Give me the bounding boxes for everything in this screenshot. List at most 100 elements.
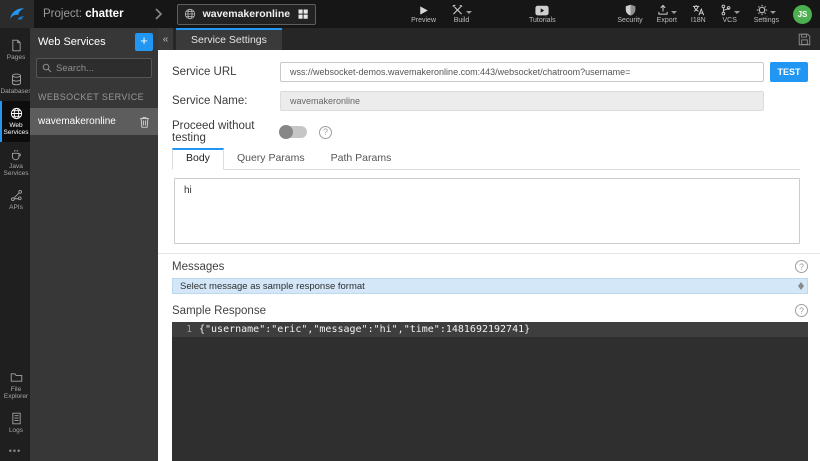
service-name-label: Service Name: [172, 95, 248, 107]
sidebar-item-databases[interactable]: Databases [0, 67, 32, 101]
body-message-input[interactable]: hi [174, 178, 800, 244]
globe-icon [184, 8, 195, 20]
export-label: Export [656, 17, 677, 24]
sidebar-item-pages[interactable]: Pages [0, 33, 30, 67]
export-icon [658, 4, 668, 15]
sidebar-item-label: File Explorer [3, 386, 29, 400]
project-label: Project: [43, 8, 82, 20]
coffee-cup-icon [11, 149, 21, 161]
caret-down-icon [670, 11, 677, 14]
line-number: 1 [186, 324, 192, 335]
sidebar-item-apis[interactable]: APIs [0, 183, 30, 217]
i18n-button[interactable]: I18N [691, 4, 706, 24]
test-button[interactable]: TEST [770, 62, 808, 82]
sidebar-item-label: APIs [9, 204, 23, 211]
add-service-button[interactable]: + [135, 32, 153, 51]
preview-label: Preview [411, 17, 437, 24]
branch-icon [721, 4, 731, 16]
tab-body[interactable]: Body [172, 148, 224, 170]
more-options-icon[interactable]: ••• [0, 440, 30, 461]
vcs-label: VCS [722, 17, 737, 24]
save-icon[interactable] [798, 33, 811, 46]
globe-icon [10, 107, 22, 120]
log-document-icon [11, 412, 21, 425]
proceed-without-testing-label: Proceed without testing [172, 120, 255, 144]
export-button[interactable]: Export [657, 4, 677, 24]
service-settings-content: Service URL TEST Service Name: Proceed w… [158, 50, 820, 461]
toggle-knob [279, 125, 293, 139]
help-icon[interactable]: ? [319, 125, 332, 139]
service-list-item[interactable]: wavemakeronline [30, 108, 158, 135]
folder-icon [10, 373, 22, 382]
vcs-button[interactable]: VCS [720, 4, 740, 24]
caret-down-icon [466, 11, 473, 14]
topbar: Project: chatter wavemakeronline Preview [0, 0, 820, 28]
service-search[interactable] [36, 58, 152, 78]
translate-icon [692, 4, 704, 16]
settings-label: Settings [753, 17, 779, 24]
caret-down-icon [770, 11, 777, 14]
settings-button[interactable]: Settings [754, 4, 779, 24]
grid-icon[interactable] [297, 8, 309, 20]
wavemaker-studio: Project: chatter wavemakeronline Preview [0, 0, 820, 461]
sidebar-item-label: Databases [0, 88, 32, 95]
listbox-scroll-arrows[interactable] [798, 279, 804, 293]
left-icon-rail: Pages Databases Web Services Java Servic… [0, 28, 32, 461]
service-tab-label: wavemakeronline [202, 8, 291, 20]
help-icon[interactable]: ? [795, 260, 808, 273]
sidebar-item-label: Java Services [3, 163, 29, 177]
sample-response-heading: Sample Response [172, 304, 266, 317]
sample-response-editor[interactable]: 1 {"username":"eric","message":"hi","tim… [172, 322, 808, 461]
sidebar-item-java-services[interactable]: Java Services [0, 142, 30, 183]
messages-heading: Messages [172, 260, 225, 273]
security-button[interactable]: Security [617, 4, 643, 24]
api-nodes-icon [10, 190, 22, 201]
build-label: Build [453, 17, 470, 24]
wavemaker-logo-icon [10, 8, 24, 20]
collapse-panel-button[interactable]: « [158, 28, 173, 50]
section-divider [158, 253, 820, 254]
project-breadcrumb: Project: chatter [43, 8, 124, 20]
messages-select-list[interactable]: Select message as sample response format [172, 278, 808, 294]
caret-down-icon [733, 11, 740, 14]
preview-button[interactable]: Preview [411, 4, 436, 24]
tutorials-video-icon [535, 5, 549, 16]
build-button[interactable]: Build [451, 4, 473, 24]
trash-icon[interactable] [139, 116, 150, 128]
sidebar-item-web-services[interactable]: Web Services [0, 101, 30, 142]
build-tools-icon [452, 4, 463, 15]
service-url-input[interactable] [280, 62, 764, 82]
param-tabs: Body Query Params Path Params [172, 148, 800, 170]
search-input[interactable] [56, 62, 146, 74]
proceed-toggle[interactable] [279, 125, 307, 139]
code-line[interactable]: 1 {"username":"eric","message":"hi","tim… [172, 322, 808, 337]
sidebar-item-file-explorer[interactable]: File Explorer [0, 365, 30, 406]
play-icon [419, 6, 428, 15]
tutorials-button[interactable]: Tutorials [529, 4, 556, 24]
wavemaker-logo[interactable] [0, 0, 34, 28]
editor-empty-area[interactable] [172, 337, 808, 461]
sidebar-item-logs[interactable]: Logs [0, 406, 30, 440]
messages-select-text: Select message as sample response format [180, 280, 365, 292]
tab-service-settings[interactable]: Service Settings [176, 28, 282, 50]
service-name-input [280, 91, 764, 111]
help-icon[interactable]: ? [795, 304, 808, 317]
section-header-websocket: WEBSOCKET SERVICE [38, 92, 144, 102]
panel-title: Web Services [38, 35, 106, 48]
sidebar-item-label: Web Services [3, 122, 29, 136]
project-name: chatter [85, 8, 124, 20]
tab-path-params[interactable]: Path Params [318, 148, 405, 169]
page-icon [11, 39, 21, 52]
main-area: « Service Settings Service URL wss://web… [158, 28, 820, 461]
code-text: {"username":"eric","message":"hi","time"… [199, 324, 531, 335]
service-name-label: wavemakeronline [38, 116, 116, 127]
tab-query-params[interactable]: Query Params [224, 148, 318, 169]
gear-icon [757, 4, 768, 16]
user-avatar[interactable]: JS [793, 4, 812, 24]
web-services-panel: Web Services + WEBSOCKET SERVICE wavemak… [30, 28, 158, 461]
chevron-right-icon [154, 8, 163, 20]
open-service-tab[interactable]: wavemakeronline [176, 3, 317, 25]
service-url-label: Service URL [172, 66, 237, 78]
scroll-down-icon[interactable] [798, 286, 804, 290]
request-params-block: Body Query Params Path Params hi [172, 148, 800, 244]
